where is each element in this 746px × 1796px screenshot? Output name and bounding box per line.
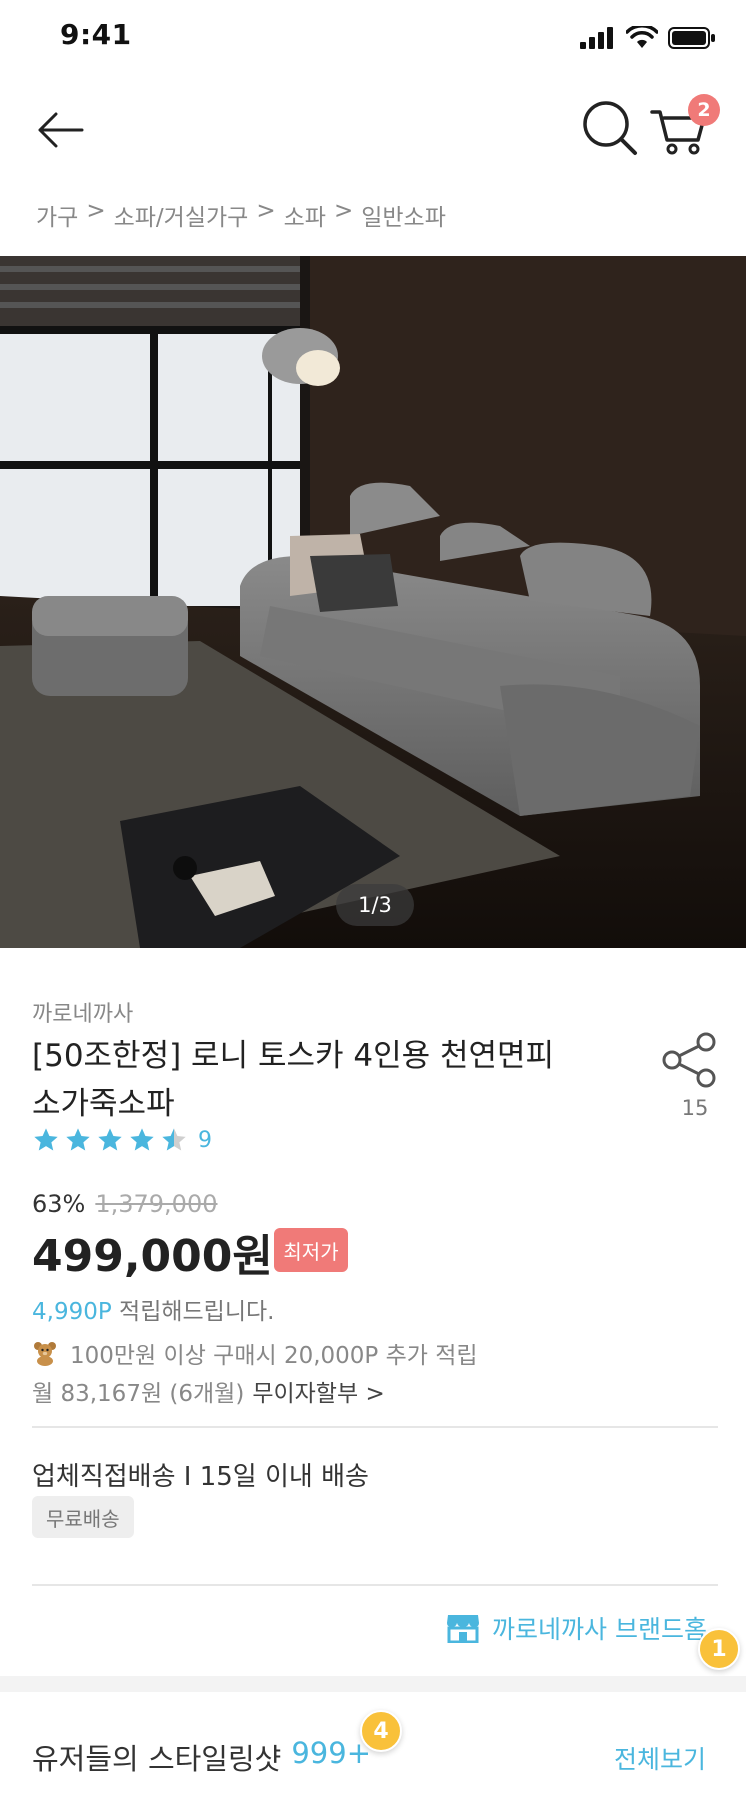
star-icon [66,1128,90,1151]
share-count: 15 [681,1096,709,1120]
breadcrumb-item-furniture[interactable]: 가구 [36,198,78,232]
share-button[interactable] [660,1032,726,1092]
cart-button[interactable]: 2 [650,94,720,160]
store-icon [447,1615,479,1643]
sale-price: 499,000원 [32,1231,273,1282]
promo-text: 100만원 이상 구매시 20,000P 추가 적립 [70,1343,478,1369]
teddy-bear-icon [34,1342,56,1366]
rating[interactable]: 9 [32,1126,212,1154]
styling-section-header: 유저들의 스타일링샷 999+ [32,1736,371,1778]
status-bar: 9:41 [0,0,746,74]
installment-text: 월 83,167원 (6개월) [32,1381,245,1407]
star-icon [34,1128,58,1151]
promo-info: 100만원 이상 구매시 20,000P 추가 적립 [32,1336,478,1370]
notification-badge: 1 [698,1628,740,1670]
signal-icon [580,27,613,49]
back-button[interactable] [30,102,90,158]
styling-count: 999+ [291,1736,371,1770]
styling-title: 유저들의 스타일링샷 [32,1742,282,1776]
divider [32,1426,718,1428]
installment-link[interactable]: 무이자할부 > [252,1374,384,1408]
installment-info: 월 83,167원 (6개월) 무이자할부 > [32,1374,385,1408]
lowest-price-badge: 최저가 [274,1228,348,1272]
product-image-gallery[interactable]: 1/3 [0,256,746,948]
notification-badge: 4 [360,1710,402,1752]
search-icon [583,101,637,155]
original-price: 1,379,000 [95,1190,218,1218]
battery-icon [668,27,715,49]
discount-rate: 63% [32,1190,86,1218]
discount-row: 63% 1,379,000 [32,1190,218,1218]
points-value: 4,990P [32,1299,112,1325]
breadcrumb-separator: > [86,198,106,224]
divider [32,1584,718,1586]
breadcrumb-separator: > [256,198,276,224]
cart-count-badge: 2 [688,94,720,126]
product-photo [0,256,746,948]
breadcrumb-item-sofa[interactable]: 소파 [284,198,326,232]
breadcrumb-item-sofa-living[interactable]: 소파/거실가구 [114,198,249,232]
star-icon [130,1128,154,1151]
back-arrow-icon [38,112,84,148]
brand-home-link[interactable]: 까로네까사 브랜드홈 [446,1610,707,1646]
points-info: 4,990P 적립해드립니다. [32,1292,274,1326]
share-icon [662,1032,716,1088]
half-star-icon [162,1128,186,1151]
brand-home-label: 까로네까사 브랜드홈 [492,1615,707,1644]
review-count[interactable]: 9 [198,1128,212,1153]
status-icons [580,26,716,50]
star-icon [98,1128,122,1151]
product-title: [50조한정] 로니 토스카 4인용 천연면피 소가죽소파 [32,1038,555,1122]
breadcrumb: 가구 > 소파/거실가구 > 소파 > 일반소파 [36,198,446,232]
brand-name[interactable]: 까로네까사 [32,996,133,1028]
image-counter: 1/3 [336,884,414,926]
section-separator [0,1676,746,1692]
status-time: 9:41 [60,18,132,51]
search-button[interactable] [578,96,642,160]
delivery-info: 업체직접배송 I 15일 이내 배송 [32,1462,369,1492]
points-text: 적립해드립니다. [119,1299,275,1325]
breadcrumb-separator: > [333,198,354,224]
breadcrumb-item-general-sofa[interactable]: 일반소파 [361,198,446,232]
free-shipping-tag: 무료배송 [32,1496,134,1538]
nav-bar: 2 [0,74,746,184]
view-all-link[interactable]: 전체보기 [614,1740,706,1776]
wifi-icon [626,26,658,48]
